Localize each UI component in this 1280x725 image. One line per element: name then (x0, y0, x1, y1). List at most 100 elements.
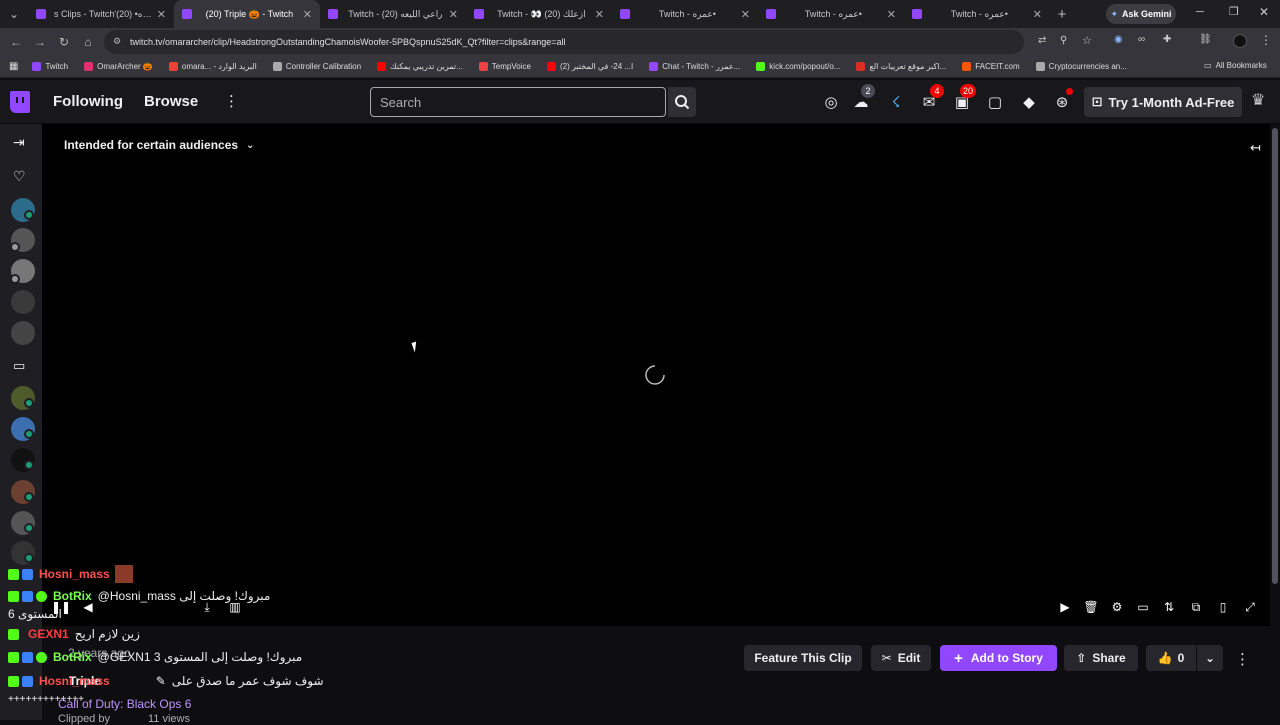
link-icon[interactable]: ⛓ (1199, 34, 1212, 45)
close-tab-icon[interactable]: ✕ (595, 8, 604, 21)
site-info-icon[interactable]: ⚙ (113, 36, 121, 47)
bookmark-item[interactable]: اكبر موقع تعريبات الع... (856, 62, 946, 71)
extension-icon[interactable]: ∞ (1138, 34, 1145, 45)
inbox-count-badge: 4 (930, 84, 944, 98)
fullscreen-icon[interactable]: ⤢ (1242, 599, 1258, 615)
new-tab-icon[interactable]: + (1050, 2, 1074, 26)
close-tab-icon[interactable]: ✕ (887, 8, 896, 21)
like-options-button[interactable]: ⌄ (1197, 645, 1223, 671)
clip-info-bar (42, 626, 1270, 720)
bookmark-item[interactable]: kick.com/popout/o... (756, 62, 840, 71)
followed-heart-icon[interactable]: ♡ (13, 168, 26, 185)
browser-tab[interactable]: Twitch - راعي الليعه (20) ✕ (320, 0, 466, 28)
bookmark-item[interactable]: تمرين تدريبي يمكنك... (377, 62, 463, 71)
bookmark-item[interactable]: omara... - البريد الوارد (168, 62, 257, 71)
browser-tab[interactable]: Twitch - عمره• ✕ (612, 0, 758, 28)
bookmark-favicon-icon (272, 62, 282, 71)
theater-mode-icon[interactable]: ▭ (1135, 599, 1151, 615)
settings-gear-icon[interactable]: ⚙ (1109, 599, 1125, 615)
edit-button[interactable]: ✂ Edit (871, 645, 931, 671)
bookmark-item[interactable]: Twitch (32, 62, 68, 71)
audience-warning-dropdown[interactable]: Intended for certain audiences ⌄ (64, 138, 254, 152)
user-avatar[interactable]: ♛ (1251, 90, 1271, 110)
home-icon[interactable]: ⌂ (76, 30, 100, 54)
extension-game-icon[interactable]: ☇ (886, 92, 906, 112)
apps-grid-icon[interactable]: ▦ (9, 61, 18, 72)
close-window-icon[interactable]: ✕ (1259, 5, 1269, 19)
pip-icon[interactable]: ⧉ (1188, 599, 1204, 615)
bookmark-item[interactable]: FACEIT.com (962, 62, 1020, 71)
tab-search-icon[interactable]: ⌄ (0, 2, 28, 26)
bookmark-favicon-icon (649, 62, 659, 71)
browser-tab-bar: ⌄ s Clips - Twitch'عمره• (20)✕ (20) Trip… (0, 0, 1280, 28)
all-bookmarks-button[interactable]: ▭ All Bookmarks (1204, 61, 1267, 70)
close-tab-icon[interactable]: ✕ (741, 8, 750, 21)
search-button[interactable] (668, 87, 696, 117)
thumbs-up-icon: 👍 (1157, 651, 1173, 665)
translate-icon[interactable]: ⇄ (1038, 35, 1046, 46)
maximize-window-icon[interactable]: ❐ (1229, 5, 1239, 18)
chat-badge-icon (22, 590, 33, 602)
bookmark-item[interactable]: Cryptocurrencies an... (1035, 62, 1127, 71)
page-scrollbar[interactable] (1270, 124, 1280, 720)
ad-free-button[interactable]: ⊡ Try 1-Month Ad-Free (1084, 87, 1242, 117)
feature-clip-button[interactable]: Feature This Clip (744, 645, 862, 671)
browser-tab[interactable]: Twitch - عمره• ✕ (904, 0, 1050, 28)
like-button[interactable]: 👍 0 (1146, 645, 1196, 671)
kick-badge-icon (8, 675, 19, 687)
nav-browse[interactable]: Browse (144, 93, 198, 110)
rerun-indicator (10, 274, 20, 284)
minimize-window-icon[interactable]: ─ (1196, 6, 1204, 18)
close-tab-icon[interactable]: ✕ (303, 8, 312, 21)
browser-tab[interactable]: Twitch - عمره• ✕ (758, 0, 904, 28)
browser-tab-active[interactable]: (20) Triple 🎃 - Twitch ✕ (174, 0, 320, 28)
channel-avatar[interactable] (11, 321, 35, 345)
delete-icon[interactable]: 🗑 (1083, 599, 1099, 615)
close-tab-icon[interactable]: ✕ (449, 8, 458, 21)
bits-icon[interactable]: ◆ (1019, 92, 1039, 112)
stream-alert-icon[interactable]: ◎ (821, 92, 841, 112)
video-icon[interactable]: ▭ (13, 358, 25, 374)
playlist-icon[interactable]: ▶ (1057, 599, 1073, 615)
zoom-icon[interactable]: ⚲ (1060, 35, 1067, 46)
forward-icon[interactable]: → (28, 30, 52, 54)
sync-icon[interactable]: ⇅ (1161, 599, 1177, 615)
channel-avatar[interactable] (11, 290, 35, 314)
search-input[interactable]: Search (370, 87, 666, 117)
bookmark-item[interactable]: ا... 24- في المختبر (2) (546, 62, 633, 71)
add-to-story-button[interactable]: + Add to Story (940, 645, 1057, 671)
profile-avatar[interactable] (1233, 34, 1247, 48)
bookmark-item[interactable]: OmarArcher 🎃 (84, 62, 153, 71)
back-icon[interactable]: ← (4, 30, 28, 54)
prime-crown-icon[interactable]: ⊛ (1052, 92, 1072, 112)
bookmark-star-icon[interactable]: ☆ (1082, 34, 1092, 47)
kick-badge-icon (8, 628, 19, 640)
browser-tab[interactable]: s Clips - Twitch'عمره• (20)✕ (28, 0, 174, 28)
browser-tab[interactable]: Twitch - 👀 ازعلك (20) ✕ (466, 0, 612, 28)
reload-icon[interactable]: ↻ (52, 30, 76, 54)
ask-gemini-button[interactable]: ✦ Ask Gemini (1106, 4, 1176, 24)
verified-badge-icon (36, 590, 47, 602)
close-tab-icon[interactable]: ✕ (1033, 8, 1042, 21)
browser-menu-icon[interactable]: ⋮ (1260, 33, 1272, 47)
scrollbar-thumb[interactable] (1272, 128, 1278, 584)
extensions-puzzle-icon[interactable]: ✚ (1163, 34, 1171, 45)
bookmark-item[interactable]: Controller Calibration (272, 62, 361, 71)
extension-icon[interactable]: ◉ (1114, 34, 1123, 45)
url-field[interactable]: ⚙ twitch.tv/omararcher/clip/HeadstrongOu… (104, 30, 1046, 54)
bookmark-item[interactable]: TempVoice (478, 62, 531, 71)
bookmark-item[interactable]: Chat - Twitch - عمرر... (649, 62, 740, 71)
more-actions-icon[interactable]: ⋮ (1235, 650, 1250, 668)
nav-following[interactable]: Following (53, 93, 123, 110)
close-tab-icon[interactable]: ✕ (157, 8, 166, 21)
expand-sidebar-icon[interactable]: ⇥ (13, 134, 25, 151)
share-button[interactable]: ⇧ Share (1064, 645, 1138, 671)
whispers-icon[interactable]: ▢ (985, 92, 1005, 112)
collapse-chat-icon[interactable]: ↤ (1250, 140, 1261, 156)
sidebar-toggle-icon[interactable]: ▯ (1215, 599, 1231, 615)
more-options-icon[interactable]: ⋮ (224, 92, 239, 110)
twitch-favicon-icon (182, 9, 192, 19)
twitch-logo-icon[interactable] (10, 91, 30, 113)
clip-video-player[interactable]: Intended for certain audiences ⌄ ↤ (42, 124, 1270, 626)
search-icon (675, 95, 690, 110)
